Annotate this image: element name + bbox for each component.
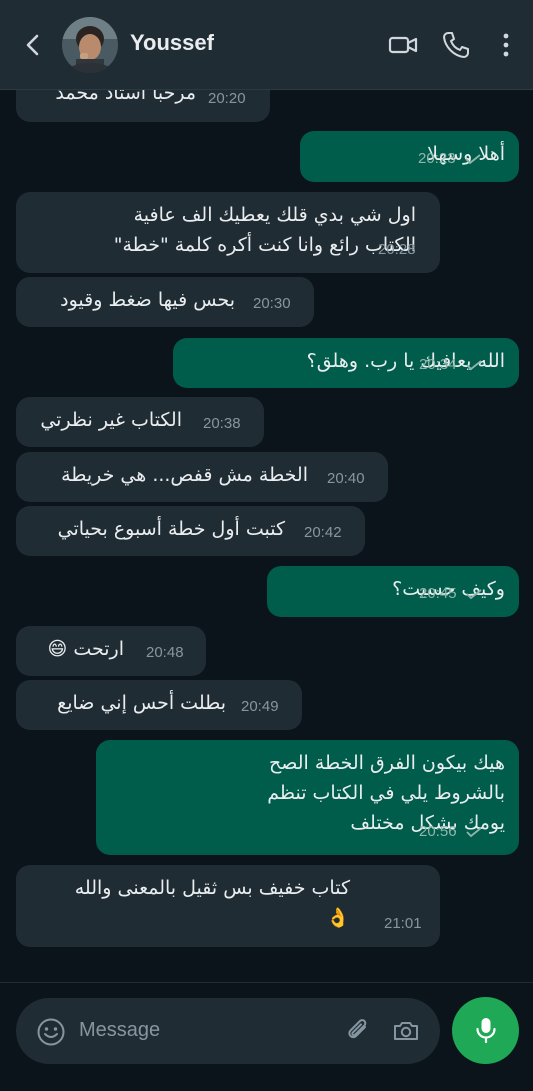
message-input[interactable]: Message [16,998,440,1064]
message-text: اول شي بدي قلك يعطيك الف عافية الكتاب را… [113,204,416,256]
message-time: 20:20 [208,90,246,107]
message-time: 20:23 [418,144,482,174]
message-text: الخطة مش قفص... هي خريطة [61,464,308,486]
voice-record-button[interactable] [452,997,519,1064]
message-time: 20:48 [146,644,184,661]
back-arrow-icon[interactable] [20,32,46,58]
message-time: 20:40 [327,470,365,487]
message-time: 20:49 [241,698,279,715]
message-bubble-incoming[interactable]: الكتاب غير نظرتي 20:38 [16,397,264,447]
attach-icon[interactable] [344,1016,374,1046]
read-check-icon [465,154,481,165]
more-vertical-icon[interactable] [491,30,521,60]
message-time: 20:28 [378,241,416,258]
message-text: كتبت أول خطة أسبوع بحياتي [57,518,285,540]
message-placeholder: Message [79,1019,161,1041]
message-list[interactable]: مرحبا استاذ محمد 20:20 أهلا وسهلا 20:23 … [0,90,533,982]
composer-bar: Message [0,982,533,1091]
read-check-icon [466,360,482,371]
message-time-value: 20:23 [418,150,456,167]
message-text: كتاب خفيف بس ثقيل بالمعنى والله 👌 [74,877,350,929]
contact-name[interactable]: Youssef [130,30,214,56]
video-call-icon[interactable] [388,30,418,60]
mic-icon [476,1018,496,1044]
message-bubble-outgoing[interactable]: أهلا وسهلا 20:23 [300,131,519,182]
read-check-icon [466,827,482,838]
read-check-icon [466,589,482,600]
message-bubble-outgoing[interactable]: وكيف حسيت؟ 20:45 [267,566,519,617]
message-bubble-outgoing[interactable]: هيك بيكون الفرق الخطة الصح بالشروط يلي ف… [96,740,519,855]
emoji-icon[interactable] [36,1017,66,1047]
camera-icon[interactable] [391,1016,421,1046]
message-time: 20:34 [419,350,483,380]
chat-header: Youssef [0,0,533,90]
message-bubble-incoming[interactable]: الخطة مش قفص... هي خريطة 20:40 [16,452,388,502]
message-time: 20:56 [419,817,483,847]
phone-icon[interactable] [441,30,471,60]
message-bubble-incoming[interactable]: ارتحت 😄 20:48 [16,626,206,676]
message-time: 20:42 [304,524,342,541]
message-bubble-incoming[interactable]: مرحبا استاذ محمد 20:20 [16,90,270,122]
message-time-value: 20:34 [419,356,457,373]
message-bubble-outgoing[interactable]: الله يعافيك يا رب. وهلق؟ 20:34 [173,338,519,388]
message-time-value: 20:56 [419,823,457,840]
message-bubble-incoming[interactable]: بطلت أحس إني ضايع 20:49 [16,680,302,730]
message-bubble-incoming[interactable]: اول شي بدي قلك يعطيك الف عافية الكتاب را… [16,192,440,273]
message-bubble-incoming[interactable]: كتبت أول خطة أسبوع بحياتي 20:42 [16,506,365,556]
message-time: 20:30 [253,295,291,312]
message-bubble-incoming[interactable]: كتاب خفيف بس ثقيل بالمعنى والله 👌 21:01 [16,865,440,947]
message-time: 20:45 [419,579,483,609]
avatar[interactable] [62,17,118,73]
message-time-value: 20:45 [419,585,457,602]
message-bubble-incoming[interactable]: بحس فيها ضغط وقيود 20:30 [16,277,314,327]
message-time: 20:38 [203,415,241,432]
message-time: 21:01 [384,915,422,932]
